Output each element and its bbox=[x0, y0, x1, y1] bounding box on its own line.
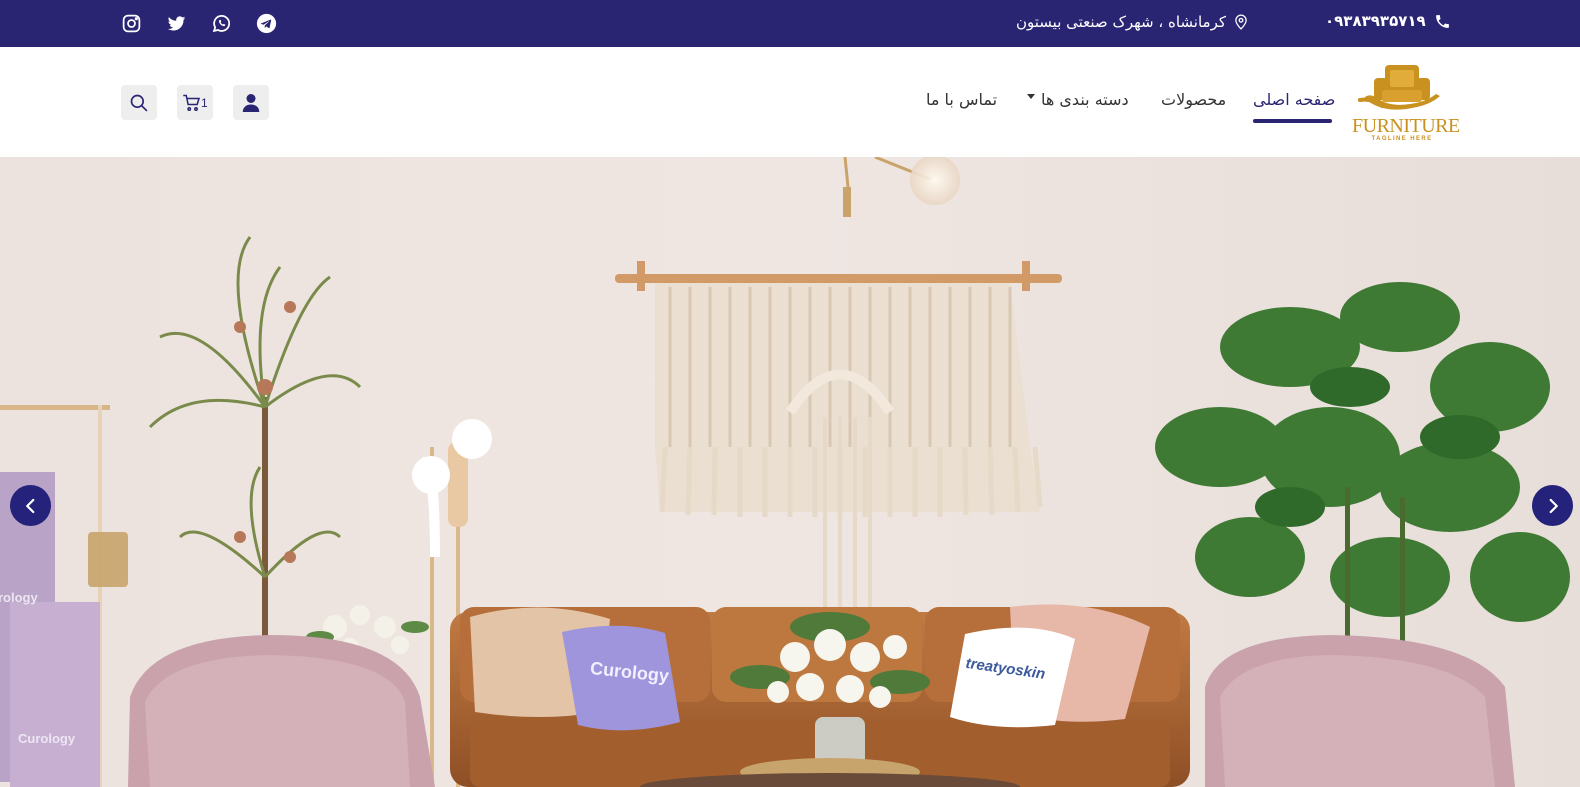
twitter-icon[interactable] bbox=[166, 13, 187, 34]
nav-categories-label: دسته بندی ها bbox=[1041, 90, 1129, 109]
main-header: FURNITURE TAGLINE HERE صفحه اصلی محصولات… bbox=[0, 47, 1580, 157]
phone-number: ۰۹۳۸۳۹۳۵۷۱۹ bbox=[1325, 12, 1426, 30]
nav-active-indicator bbox=[1253, 119, 1332, 123]
address-text: کرمانشاه ، شهرک صنعتی بیستون bbox=[1016, 13, 1227, 31]
phone[interactable]: ۰۹۳۸۳۹۳۵۷۱۹ bbox=[1325, 0, 1451, 42]
slider-prev-button[interactable] bbox=[10, 485, 51, 526]
instagram-icon[interactable] bbox=[121, 13, 142, 34]
top-bar: کرمانشاه ، شهرک صنعتی بیستون ۰۹۳۸۳۹۳۵۷۱۹ bbox=[0, 0, 1580, 47]
chevron-right-icon bbox=[1549, 498, 1558, 513]
armchair-logo-icon bbox=[1358, 65, 1440, 110]
living-room-photo: Curology treatyoskin rology Curology bbox=[0, 157, 1580, 787]
nav-contact[interactable]: تماس با ما bbox=[926, 90, 997, 109]
whatsapp-icon[interactable] bbox=[211, 13, 232, 34]
cart-icon bbox=[182, 94, 200, 111]
caret-down-icon bbox=[1027, 94, 1035, 99]
location-pin-icon bbox=[1235, 14, 1247, 30]
social-links bbox=[121, 0, 277, 47]
logo-tagline: TAGLINE HERE bbox=[1371, 136, 1433, 142]
cart-count: 1 bbox=[201, 96, 208, 110]
search-icon bbox=[130, 94, 148, 112]
nav-home[interactable]: صفحه اصلی bbox=[1253, 90, 1335, 109]
telegram-icon[interactable] bbox=[256, 13, 277, 34]
address: کرمانشاه ، شهرک صنعتی بیستون bbox=[1016, 0, 1248, 44]
hero-slider: Curology treatyoskin rology Curology bbox=[0, 157, 1580, 787]
logo[interactable]: FURNITURE TAGLINE HERE bbox=[1352, 62, 1460, 144]
towel-2-text: Curology bbox=[18, 731, 76, 746]
towel-1-text: rology bbox=[0, 590, 38, 605]
cart-button[interactable]: 1 bbox=[177, 85, 213, 120]
slider-next-button[interactable] bbox=[1532, 485, 1573, 526]
user-icon bbox=[242, 93, 260, 112]
search-button[interactable] bbox=[121, 85, 157, 120]
header-actions: 1 bbox=[121, 85, 269, 120]
chevron-left-icon bbox=[25, 498, 34, 513]
nav-categories[interactable]: دسته بندی ها bbox=[1027, 90, 1129, 109]
logo-brand: FURNITURE bbox=[1352, 115, 1460, 137]
account-button[interactable] bbox=[233, 85, 269, 120]
phone-icon bbox=[1435, 14, 1449, 28]
nav-products[interactable]: محصولات bbox=[1161, 90, 1226, 109]
